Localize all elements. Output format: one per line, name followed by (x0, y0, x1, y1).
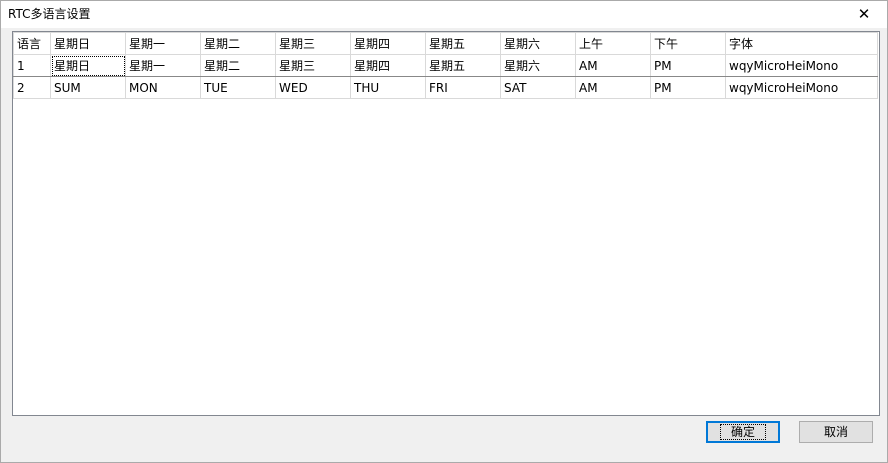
window-title: RTC多语言设置 (8, 7, 91, 21)
table-cell[interactable]: WED (275, 76, 351, 99)
table-cell[interactable]: AM (575, 54, 651, 77)
table-cell[interactable]: 星期二 (200, 54, 276, 77)
table-cell[interactable]: wqyMicroHeiMono (725, 54, 878, 77)
column-header-am[interactable]: 上午 (575, 32, 651, 55)
table-cell[interactable]: TUE (200, 76, 276, 99)
cancel-button[interactable]: 取消 (799, 421, 873, 443)
table-cell[interactable]: wqyMicroHeiMono (725, 76, 878, 99)
dialog-window: RTC多语言设置 ✕ 语言 星期日 星期一 星期二 星期三 星期四 星期五 星期… (0, 0, 888, 463)
table-cell[interactable]: SAT (500, 76, 576, 99)
table-cell[interactable]: SUM (50, 76, 126, 99)
language-grid[interactable]: 语言 星期日 星期一 星期二 星期三 星期四 星期五 星期六 上午 下午 字体 … (12, 31, 880, 416)
table-cell[interactable]: 星期五 (425, 54, 501, 77)
table-row[interactable]: 1 星期日 星期一 星期二 星期三 星期四 星期五 星期六 AM PM wqyM… (13, 54, 878, 77)
language-table: 语言 星期日 星期一 星期二 星期三 星期四 星期五 星期六 上午 下午 字体 … (13, 32, 878, 99)
ok-button-label: 确定 (719, 424, 766, 440)
table-row[interactable]: 2 SUM MON TUE WED THU FRI SAT AM PM wqyM… (13, 76, 878, 99)
table-cell[interactable]: PM (650, 54, 726, 77)
table-cell[interactable]: PM (650, 76, 726, 99)
table-cell[interactable]: AM (575, 76, 651, 99)
column-header-pm[interactable]: 下午 (650, 32, 726, 55)
table-cell[interactable]: 1 (13, 54, 51, 77)
table-cell[interactable]: FRI (425, 76, 501, 99)
table-cell[interactable]: 星期日 (50, 54, 126, 77)
column-header-thursday[interactable]: 星期四 (350, 32, 426, 55)
close-icon[interactable]: ✕ (841, 1, 887, 28)
ok-button[interactable]: 确定 (706, 421, 780, 443)
header-row: 语言 星期日 星期一 星期二 星期三 星期四 星期五 星期六 上午 下午 字体 (13, 32, 878, 55)
column-header-font[interactable]: 字体 (725, 32, 878, 55)
table-cell[interactable]: 星期三 (275, 54, 351, 77)
column-header-monday[interactable]: 星期一 (125, 32, 201, 55)
table-cell[interactable]: THU (350, 76, 426, 99)
column-header-wednesday[interactable]: 星期三 (275, 32, 351, 55)
title-bar[interactable]: RTC多语言设置 ✕ (1, 1, 887, 28)
column-header-sunday[interactable]: 星期日 (50, 32, 126, 55)
column-header-saturday[interactable]: 星期六 (500, 32, 576, 55)
table-cell[interactable]: MON (125, 76, 201, 99)
column-header-friday[interactable]: 星期五 (425, 32, 501, 55)
table-cell[interactable]: 星期六 (500, 54, 576, 77)
cancel-button-label: 取消 (823, 425, 848, 439)
column-header-tuesday[interactable]: 星期二 (200, 32, 276, 55)
column-header-language[interactable]: 语言 (13, 32, 51, 55)
table-cell[interactable]: 星期四 (350, 54, 426, 77)
table-cell[interactable]: 2 (13, 76, 51, 99)
table-cell[interactable]: 星期一 (125, 54, 201, 77)
